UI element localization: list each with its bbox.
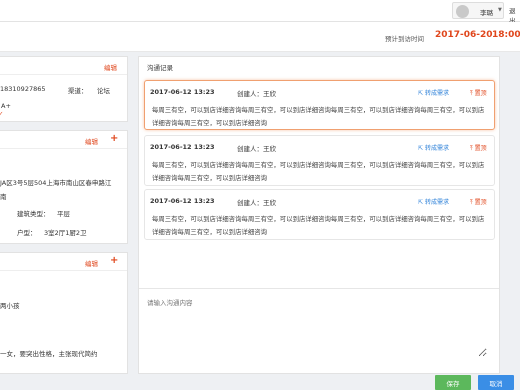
channel-value: 论坛 bbox=[97, 87, 110, 95]
user-name: 李璐 bbox=[480, 9, 493, 17]
avatar bbox=[456, 5, 469, 18]
contact-edit-button[interactable]: 编辑 bbox=[104, 62, 117, 72]
address-line-2: 南 bbox=[0, 193, 7, 201]
convert-to-requirement-button[interactable]: ⇱ 转成需求 bbox=[418, 143, 449, 152]
message-body: 每周三有空，可以到店详细咨询每周三有空，可以到店详细咨询每周三有空，可以到店详细… bbox=[152, 215, 485, 236]
pin-top-button[interactable]: ⤒ 置顶 bbox=[470, 197, 487, 207]
message-input[interactable] bbox=[147, 297, 487, 357]
top-bar: 李璐 ▼ 退出 bbox=[0, 0, 520, 25]
save-button[interactable]: 保存 bbox=[435, 375, 471, 390]
house-card: 编辑 + JA区3号5层504上海市南山区春申路江 南 建筑类型： 平层 户型：… bbox=[0, 130, 128, 244]
customer-level: A+ bbox=[1, 102, 11, 110]
convert-to-requirement-button[interactable]: ⇱ 转成需求 bbox=[418, 88, 449, 97]
add-house-icon[interactable]: + bbox=[110, 133, 118, 144]
style-text: 一女，要突出性格，主张现代简约 bbox=[0, 350, 98, 358]
message-creator: 创建人：王欣 bbox=[237, 145, 276, 153]
message-card[interactable]: 2017-06-12 13:23 创建人：王欣 ⇱ 转成需求 ⤒ 置顶 每周三有… bbox=[144, 80, 495, 130]
address-line-1: JA区3号5层504上海市南山区春申路江 bbox=[0, 179, 112, 187]
communication-title: 沟通记录 bbox=[147, 64, 173, 72]
message-card[interactable]: 2017-06-12 13:23 创建人：王欣 ⇱ 转成需求 ⤒ 置顶 每周三有… bbox=[144, 135, 495, 186]
add-family-icon[interactable]: + bbox=[110, 255, 118, 266]
level-mark-icon: ✓ bbox=[0, 110, 4, 118]
phone-number: 18310927865 bbox=[0, 85, 46, 93]
visit-date: 2017-06-20 bbox=[435, 30, 493, 40]
house-card-header: 编辑 + bbox=[0, 131, 127, 149]
house-edit-button[interactable]: 编辑 bbox=[85, 136, 98, 146]
message-date: 2017-06-12 13:23 bbox=[150, 88, 215, 96]
user-menu[interactable]: 李璐 ▼ bbox=[452, 2, 504, 19]
build-type-value: 平层 bbox=[57, 210, 70, 218]
message-body: 每周三有空，可以到店详细咨询每周三有空，可以到店详细咨询每周三有空，可以到店详细… bbox=[152, 106, 485, 127]
pin-top-button[interactable]: ⤒ 置顶 bbox=[470, 88, 487, 98]
pin-top-icon: ⤒ bbox=[470, 90, 473, 97]
contact-card: 编辑 18310927865 渠道： 论坛 A+ ✓ bbox=[0, 56, 128, 122]
house-type-label: 户型： bbox=[17, 229, 37, 237]
visit-bar: 预计到访时间 2017-06-20 18:00 bbox=[0, 22, 520, 52]
visit-time: 18:00 bbox=[492, 30, 520, 40]
caret-down-icon: ▼ bbox=[498, 7, 502, 13]
channel-label: 渠道： bbox=[68, 87, 88, 95]
family-card: 编辑 + 两小孩 一女，要突出性格，主张现代简约 bbox=[0, 252, 128, 374]
contact-card-header: 编辑 bbox=[0, 57, 127, 75]
message-input-area bbox=[139, 288, 499, 374]
share-icon: ⇱ bbox=[418, 199, 424, 206]
family-text: 两小孩 bbox=[0, 302, 20, 310]
communication-panel: 沟通记录 2017-06-12 13:23 创建人：王欣 ⇱ 转成需求 ⤒ 置顶… bbox=[138, 56, 500, 374]
family-card-header: 编辑 + bbox=[0, 253, 127, 271]
share-icon: ⇱ bbox=[418, 145, 424, 152]
convert-to-requirement-button[interactable]: ⇱ 转成需求 bbox=[418, 197, 449, 206]
pin-top-button[interactable]: ⤒ 置顶 bbox=[470, 143, 487, 153]
pin-top-icon: ⤒ bbox=[470, 145, 473, 152]
house-type-value: 3室2厅1厨2卫 bbox=[44, 229, 87, 237]
build-type-label: 建筑类型： bbox=[17, 210, 50, 218]
share-icon: ⇱ bbox=[418, 90, 424, 97]
cancel-button[interactable]: 取消 bbox=[478, 375, 514, 390]
message-date: 2017-06-12 13:23 bbox=[150, 143, 215, 151]
message-creator: 创建人：王欣 bbox=[237, 199, 276, 207]
message-card[interactable]: 2017-06-12 13:23 创建人：王欣 ⇱ 转成需求 ⤒ 置顶 每周三有… bbox=[144, 189, 495, 240]
message-body: 每周三有空，可以到店详细咨询每周三有空，可以到店详细咨询每周三有空，可以到店详细… bbox=[152, 161, 485, 182]
message-date: 2017-06-12 13:23 bbox=[150, 197, 215, 205]
message-creator: 创建人：王欣 bbox=[237, 90, 276, 98]
family-edit-button[interactable]: 编辑 bbox=[85, 258, 98, 268]
pin-top-icon: ⤒ bbox=[470, 199, 473, 206]
visit-label: 预计到访时间 bbox=[385, 35, 424, 43]
